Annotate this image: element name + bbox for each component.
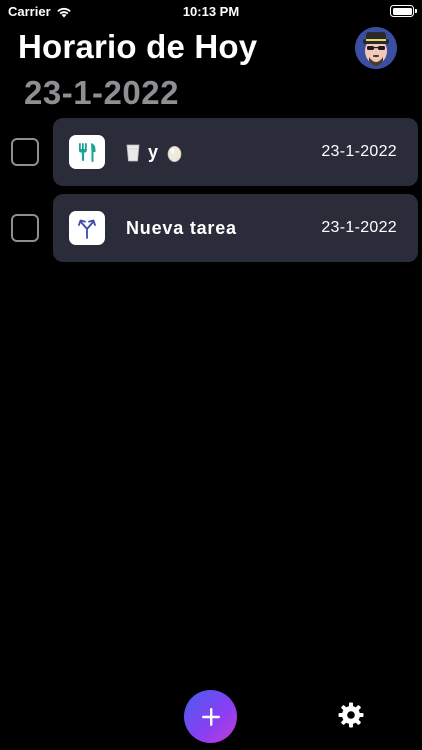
task-icon-badge bbox=[69, 211, 105, 245]
add-task-button[interactable] bbox=[184, 690, 237, 743]
task-card[interactable]: Nueva tarea 23-1-2022 bbox=[53, 194, 418, 262]
task-title: Nueva tarea bbox=[126, 218, 237, 238]
task-row: Nueva tarea 23-1-2022 bbox=[0, 194, 422, 262]
task-checkbox[interactable] bbox=[11, 138, 39, 166]
task-card[interactable]: y 23-1-2022 bbox=[53, 118, 418, 186]
task-title-text: y bbox=[148, 142, 159, 162]
task-date: 23-1-2022 bbox=[321, 143, 397, 160]
gear-icon bbox=[338, 702, 364, 728]
plus-icon bbox=[201, 707, 220, 726]
avatar[interactable] bbox=[355, 27, 397, 69]
profile-avatar-icon bbox=[355, 27, 397, 69]
settings-button[interactable] bbox=[337, 701, 365, 729]
task-title: y bbox=[126, 142, 182, 163]
task-date: 23-1-2022 bbox=[321, 219, 397, 236]
egg-icon bbox=[167, 145, 182, 162]
clock: 10:13 PM bbox=[182, 4, 240, 19]
task-row: y 23-1-2022 bbox=[0, 118, 422, 186]
utensils-icon bbox=[79, 143, 96, 162]
battery-icon bbox=[390, 5, 417, 17]
milk-glass-icon bbox=[126, 144, 140, 161]
task-checkbox[interactable] bbox=[11, 214, 39, 242]
page-title: Horario de Hoy bbox=[18, 28, 258, 65]
status-bar: Carrier 10:13 PM bbox=[0, 0, 422, 24]
merge-arrows-icon bbox=[78, 219, 96, 239]
date-heading: 23-1-2022 bbox=[24, 74, 179, 111]
task-icon-badge bbox=[69, 135, 105, 169]
